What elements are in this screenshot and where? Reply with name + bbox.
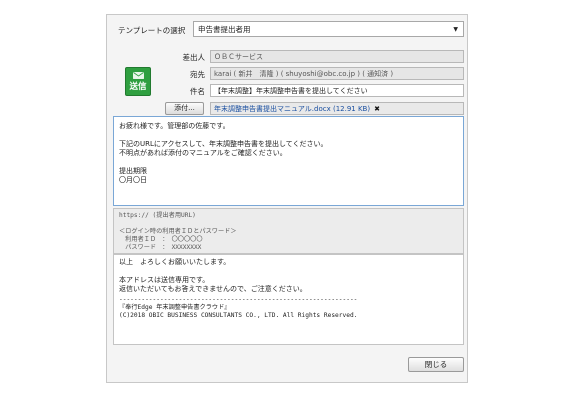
close-button[interactable]: 閉じる [408,357,464,372]
footer-product-name: 『奉行Edge 年末調整申告書クラウド』 [119,304,231,311]
body-line [119,158,458,167]
to-field: karai ( 新井 清隆 ) ( shuyoshi@obc.co.jp ) (… [210,67,464,80]
body-line: 下記のURLにアクセスして、年末調整申告書を提出してください。 [119,140,328,148]
attach-button[interactable]: 添付... [165,102,204,115]
mail-dialog: テンプレートの選択 申告書提出者用 ▼ 送信 差出人 ＯＢＣサービス 宛先 ka… [106,14,468,383]
remove-attachment-icon[interactable]: ✖ [374,105,380,113]
to-label: 宛先 [190,70,205,79]
body-line [119,131,458,140]
subject-label: 件名 [190,87,205,96]
send-button-label: 送信 [129,82,147,92]
url-block: https:// (提出者用URL) ＜ログイン時の利用者ＩＤとパスワード＞ 利… [113,208,464,254]
attachment-field: 年末調整申告書提出マニュアル.docx (12.91 KB) ✖ [210,102,464,115]
sender-field: ＯＢＣサービス [210,50,464,63]
message-body[interactable]: お疲れ様です。管理部の佐藤です。 下記のURLにアクセスして、年末調整申告書を提… [113,116,464,206]
body-line: 〇月〇日 [119,176,147,184]
footer-line: 以上 よろしくお願いいたします。 [119,258,231,266]
footer-block[interactable]: 以上 よろしくお願いいたします。 本アドレスは送信専用です。 返信いただいてもお答… [113,254,464,345]
body-line: 不明点があれば添付のマニュアルをご確認ください。 [119,149,287,157]
url-line: 利用者ＩＤ ： 〇〇〇〇〇 [119,236,203,243]
template-label: テンプレートの選択 [118,26,186,35]
url-line: https:// (提出者用URL) [119,212,196,219]
footer-divider: ----------------------------------------… [119,296,358,303]
attachment-file-link[interactable]: 年末調整申告書提出マニュアル.docx (12.91 KB) [214,105,370,113]
envelope-icon [132,72,144,79]
footer-line: 本アドレスは送信専用です。 [119,276,210,284]
url-line [119,220,458,228]
footer-line: 返信いただいてもお答えできませんので、ご注意ください。 [119,285,307,293]
subject-field[interactable]: 【年末調整】年末調整申告書を提出してください [210,84,464,97]
chevron-down-icon: ▼ [453,26,458,33]
footer-copyright: (C)2018 OBIC BUSINESS CONSULTANTS CO., L… [119,312,358,319]
sender-label: 差出人 [182,53,206,62]
template-selected-value: 申告書提出者用 [198,25,251,34]
url-line: ＜ログイン時の利用者ＩＤとパスワード＞ [119,228,237,235]
body-line: お疲れ様です。管理部の佐藤です。 [119,122,230,130]
send-button[interactable]: 送信 [125,67,151,96]
url-line: パスワード ： XXXXXXXX [119,244,202,251]
body-line: 提出期限 [119,167,147,175]
template-select[interactable]: 申告書提出者用 ▼ [193,21,464,37]
footer-line [119,267,458,276]
